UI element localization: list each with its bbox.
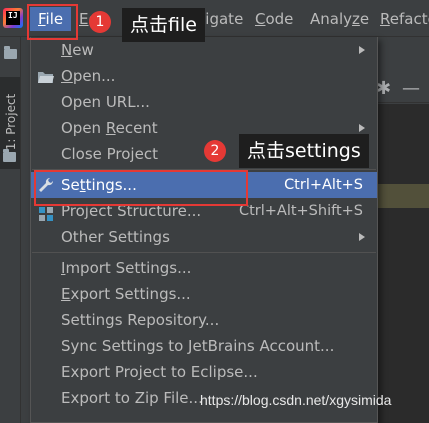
app-icon-text: IJ [8,11,18,20]
menu-item-other-settings[interactable]: Other Settings [31,224,377,250]
highlight-box-settings [34,170,248,206]
folder-icon [3,149,16,162]
menu-item-open-url[interactable]: Open URL... [31,89,377,115]
menu-refactor[interactable]: Refactor [372,7,429,31]
menu-item-sync-settings[interactable]: Sync Settings to JetBrains Account... [31,333,377,359]
settings-gear-icon[interactable]: ✱ [376,78,391,99]
project-folder-icon [4,46,17,59]
menu-analyze[interactable]: Analyze [302,7,377,31]
step-badge-2: 2 [204,140,226,162]
project-structure-shortcut: Ctrl+Alt+Shift+S [238,203,363,219]
intellij-app-icon: IJ [3,8,23,28]
settings-shortcut: Ctrl+Alt+S [284,177,363,193]
menu-item-import-settings[interactable]: Import Settings... [31,255,377,281]
menu-item-open[interactable]: Open... [31,63,377,89]
submenu-arrow-icon [359,124,365,132]
file-menu-dropdown: New Open... Open URL... Open Recent Clos… [30,37,378,423]
menu-item-export-settings[interactable]: Export Settings... [31,281,377,307]
submenu-arrow-icon [359,46,365,54]
submenu-arrow-icon [359,233,365,241]
minimize-icon[interactable]: — [402,78,420,99]
highlight-box-file [27,4,78,40]
watermark-text: https://blog.csdn.net/xgysimida [200,392,392,408]
open-folder-icon [37,63,55,89]
callout-click-settings: 点击settings [239,134,369,168]
menu-item-settings-repository[interactable]: Settings Repository... [31,307,377,333]
menu-separator [32,252,376,253]
callout-click-file: 点击file [122,8,205,42]
menu-code[interactable]: Code [247,7,301,31]
menu-item-export-eclipse[interactable]: Export Project to Eclipse... [31,359,377,385]
step-badge-1: 1 [89,11,111,33]
